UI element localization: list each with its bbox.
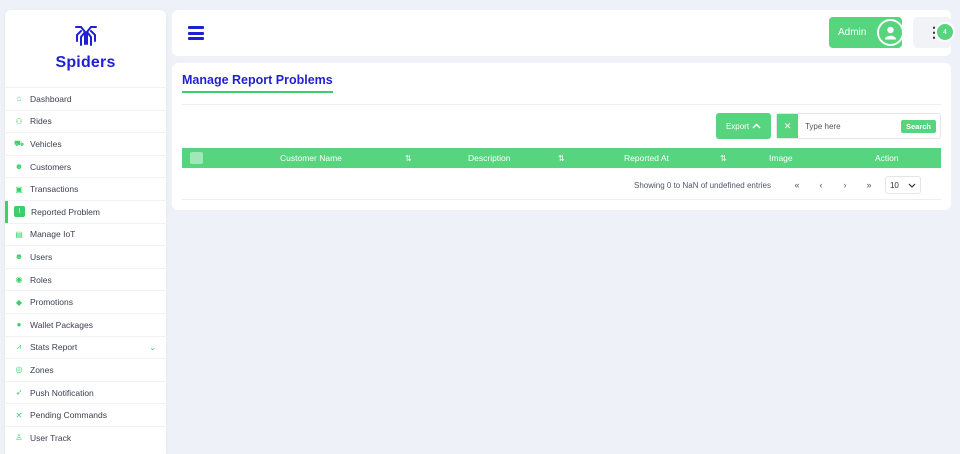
sort-reported-at-icon[interactable]: ⇅ — [720, 148, 727, 168]
sidebar-item-label: Promotions — [30, 297, 73, 308]
search-button[interactable]: Search — [900, 119, 936, 133]
sidebar-item-promotions[interactable]: ◆ Promotions — [5, 290, 166, 313]
sidebar-item-label: Stats Report — [30, 342, 78, 353]
car-icon: ⛟ — [13, 138, 25, 148]
money-icon: ▣ — [15, 184, 23, 194]
chevron-up-icon — [752, 123, 761, 129]
spider-logo-icon — [74, 26, 97, 46]
notification-badge: 4 — [935, 22, 955, 42]
column-image: Image — [769, 153, 793, 163]
sort-customer-name-icon[interactable]: ⇅ — [405, 148, 412, 168]
column-reported-at[interactable]: Reported At — [624, 148, 669, 168]
search-box: ✕ Search — [776, 113, 941, 139]
menu-toggle-icon[interactable] — [188, 26, 204, 40]
sidebar-item-label: Vehicles — [30, 138, 62, 149]
column-customer-name[interactable]: Customer Name — [280, 148, 342, 168]
column-action: Action — [875, 153, 899, 163]
per-page-select[interactable]: 10 — [884, 176, 921, 194]
clear-search-button[interactable]: ✕ — [777, 114, 798, 138]
wallet-icon: ● — [16, 320, 22, 330]
select-all-checkbox[interactable] — [190, 152, 203, 164]
chevron-down-icon: ⌄ — [149, 342, 156, 352]
sidebar-item-zones[interactable]: ◎ Zones — [5, 358, 166, 381]
users-icon: ☻ — [14, 252, 24, 262]
last-page-button[interactable]: » — [857, 180, 881, 190]
sidebar-item-transactions[interactable]: ▣ Transactions — [5, 177, 166, 200]
sidebar-item-stats-report[interactable]: ⩘ Stats Report ⌄ — [5, 335, 166, 359]
sidebar-item-customers[interactable]: ☻ Customers — [5, 154, 166, 178]
brand[interactable]: Spiders — [5, 10, 166, 87]
tag-icon: ◆ — [15, 297, 23, 307]
sidebar-item-label: Customers — [30, 161, 72, 172]
chevron-down-icon — [908, 183, 916, 188]
pagination: Showing 0 to NaN of undefined entries « … — [634, 176, 921, 194]
sidebar-item-vehicles[interactable]: ⛟ Vehicles — [5, 132, 166, 155]
sidebar-menu: ⌂ Dashboard ⚇ Rides ⛟ Vehicles ☻ Customers ▣ Tran… — [5, 87, 166, 449]
page-title: Manage Report Problems — [182, 73, 333, 93]
next-page-button[interactable]: › — [833, 180, 857, 190]
sidebar-item-dashboard[interactable]: ⌂ Dashboard — [5, 87, 166, 110]
sidebar-item-label: Zones — [30, 364, 54, 375]
report-problems-card: Manage Report Problems Export ✕ Search C… — [172, 63, 951, 210]
home-icon: ⌂ — [16, 94, 22, 104]
sidebar-item-pending-commands[interactable]: ✕ Pending Commands — [5, 403, 166, 426]
bike-icon: ⚇ — [15, 116, 23, 126]
sidebar-item-wallet-packages[interactable]: ● Wallet Packages — [5, 312, 166, 336]
pagination-info: Showing 0 to NaN of undefined entries — [634, 180, 771, 190]
sidebar-item-manage-iot[interactable]: ▤ Manage IoT — [5, 222, 166, 246]
sidebar-item-label: Roles — [30, 274, 52, 285]
location-icon: ◎ — [15, 365, 23, 375]
more-options-button[interactable]: ⋮ 4 — [913, 17, 955, 48]
avatar-icon — [877, 19, 904, 46]
sidebar-item-label: User Track — [30, 432, 72, 443]
sidebar-item-label: Push Notification — [30, 387, 94, 398]
sidebar-item-rides[interactable]: ⚇ Rides — [5, 109, 166, 133]
sidebar-item-roles[interactable]: ◉ Roles — [5, 267, 166, 291]
table-header: Customer Name ⇅ Description ⇅ Reported A… — [182, 148, 941, 168]
per-page-value: 10 — [889, 180, 899, 190]
search-input[interactable] — [804, 121, 901, 131]
sidebar-item-label: Manage IoT — [30, 229, 76, 240]
sidebar: Spiders ⌂ Dashboard ⚇ Rides ⛟ Vehicles ☻ Custom… — [5, 10, 166, 454]
sidebar-item-user-track[interactable]: ♙ User Track — [5, 425, 166, 449]
export-label: Export — [725, 121, 750, 131]
divider — [182, 199, 941, 200]
first-page-button[interactable]: « — [785, 180, 809, 190]
brand-name: Spiders — [55, 54, 116, 71]
divider — [182, 104, 941, 105]
sidebar-item-users[interactable]: ☻ Users — [5, 245, 166, 268]
export-button[interactable]: Export — [716, 113, 771, 139]
sidebar-item-push-notification[interactable]: ➶ Push Notification — [5, 380, 166, 404]
prev-page-button[interactable]: ‹ — [809, 180, 833, 190]
sidebar-item-label: Pending Commands — [30, 410, 108, 421]
sort-description-icon[interactable]: ⇅ — [558, 148, 565, 168]
sidebar-item-label: Reported Problem — [31, 206, 100, 217]
sidebar-item-label: Dashboard — [30, 93, 72, 104]
admin-profile-button[interactable]: Admin — [829, 17, 904, 48]
sidebar-item-reported-problem[interactable]: ! Reported Problem — [5, 199, 166, 223]
report-icon: ! — [14, 206, 25, 218]
command-icon: ✕ — [15, 410, 23, 420]
send-icon: ➶ — [15, 388, 23, 398]
sidebar-item-label: Rides — [30, 116, 52, 127]
sidebar-item-label: Transactions — [30, 184, 79, 195]
topbar: Admin ⋮ 4 — [172, 10, 955, 56]
users-icon: ☻ — [14, 162, 24, 172]
sidebar-item-label: Users — [30, 251, 53, 262]
sidebar-item-label: Wallet Packages — [30, 319, 93, 330]
chart-icon: ⩘ — [16, 342, 22, 352]
user-track-icon: ♙ — [15, 433, 23, 443]
app-page: Spiders ⌂ Dashboard ⚇ Rides ⛟ Vehicles ☻ Custom… — [0, 0, 960, 454]
admin-label: Admin — [838, 27, 867, 38]
iot-icon: ▤ — [15, 229, 23, 239]
column-description[interactable]: Description — [468, 148, 511, 168]
eye-icon: ◉ — [15, 275, 23, 285]
